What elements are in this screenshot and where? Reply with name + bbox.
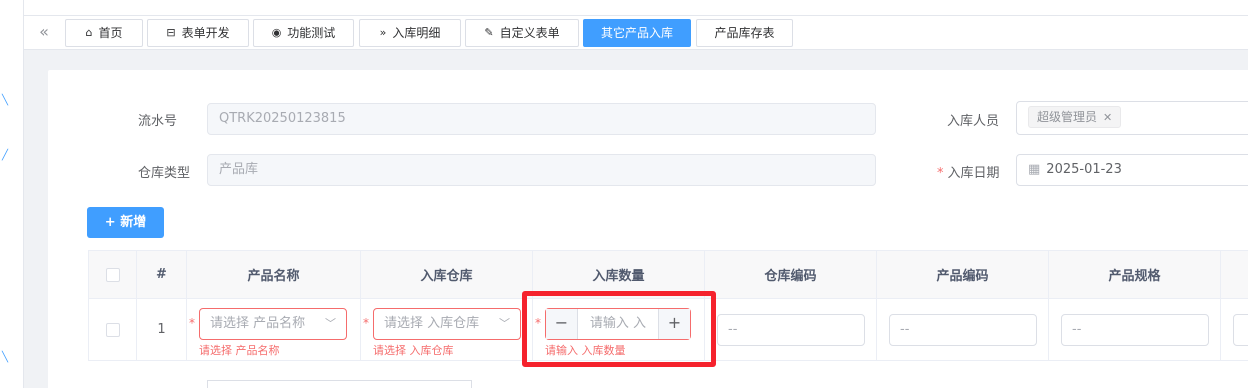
product-name-select[interactable]: 请选择 产品名称 ﹀: [199, 308, 347, 340]
chevron-down-icon: ﹀: [325, 317, 336, 330]
row-checkbox[interactable]: [105, 322, 120, 337]
tab-label: 自定义表单: [499, 26, 560, 40]
warehouse-cell: * 请选择 入库仓库 ﹀ 请选择 入库仓库: [360, 298, 533, 361]
operator-select[interactable]: 超级管理员 ✕: [1016, 101, 1248, 135]
tab-label: 其它产品入库: [600, 26, 673, 40]
tab-custom-form[interactable]: ✎ 自定义表单: [465, 19, 579, 47]
tab-form-dev[interactable]: ⊟ 表单开发: [147, 19, 249, 47]
chevron-down-icon: ﹀: [499, 317, 510, 330]
quantity-input[interactable]: 请输入 入: [578, 309, 658, 339]
double-chevron-right-icon: »: [379, 26, 387, 39]
warehouse-code-cell: --: [704, 298, 877, 361]
tab-label: 首页: [98, 26, 123, 40]
rail-mark-icon: ╲: [2, 352, 9, 363]
calendar-icon: ▦: [1028, 162, 1041, 177]
required-mark: *: [535, 316, 541, 330]
table-header-row: # 产品名称 入库仓库 入库数量 仓库编码 产品编码 产品规格: [88, 250, 1248, 299]
select-all-checkbox[interactable]: [105, 267, 120, 282]
product-code-cell: --: [876, 298, 1049, 361]
row-select-cell: [88, 298, 137, 361]
row-index: 1: [136, 298, 187, 361]
date-label-text: 入库日期: [947, 166, 1000, 181]
product-spec-cell: --: [1048, 298, 1221, 361]
column-header: 入库仓库: [360, 250, 533, 299]
select-placeholder: 请选择 入库仓库: [384, 316, 480, 331]
column-header: 产品名称: [186, 250, 361, 299]
select-placeholder: 请选择 产品名称: [210, 316, 306, 331]
add-row-button[interactable]: + 新增: [87, 207, 164, 238]
date-label: * 入库日期: [937, 162, 1000, 181]
tab-label: 表单开发: [181, 26, 230, 40]
tab-function-test[interactable]: ◉ 功能测试: [253, 19, 354, 47]
operator-label: 入库人员: [947, 114, 1000, 129]
increment-button[interactable]: +: [658, 309, 690, 339]
date-picker[interactable]: ▦ 2025-01-23: [1016, 154, 1248, 186]
decrement-button[interactable]: −: [546, 309, 578, 339]
home-icon: ⌂: [85, 26, 93, 39]
detail-table: # 产品名称 入库仓库 入库数量 仓库编码 产品编码 产品规格 1 * 请选择 …: [88, 250, 1248, 361]
collapse-tabs-icon[interactable]: «: [34, 23, 54, 43]
tab-bar: « ⌂ 首页 ⊟ 表单开发 ◉ 功能测试 » 入库明细 ✎ 自定义表单 其它产品…: [24, 16, 1248, 50]
product-spec-input[interactable]: --: [1061, 314, 1209, 346]
column-header: 入库数量: [532, 250, 705, 299]
tab-other-product-inbound[interactable]: 其它产品入库: [583, 19, 691, 47]
required-mark: *: [189, 316, 195, 330]
product-code-input[interactable]: --: [889, 314, 1037, 346]
tab-label: 功能测试: [287, 26, 336, 40]
column-header: 产品规格: [1048, 250, 1221, 299]
date-value: 2025-01-23: [1046, 162, 1122, 177]
column-header: 仓库编码: [704, 250, 877, 299]
eye-icon: ◉: [271, 26, 282, 39]
rail-mark-icon: ╲: [2, 95, 9, 106]
warehouse-error: 请选择 入库仓库: [373, 344, 454, 357]
serial-input[interactable]: QTRK20250123815: [207, 103, 876, 135]
product-name-cell: * 请选择 产品名称 ﹀ 请选择 产品名称: [186, 298, 361, 361]
column-header-overflow: [1220, 250, 1248, 299]
warehouse-type-input[interactable]: 产品库: [207, 154, 876, 186]
table-row: 1 * 请选择 产品名称 ﹀ 请选择 产品名称 * 请选择 入库仓库 ﹀ 请选择 入…: [88, 298, 1248, 361]
quantity-cell: * − 请输入 入 + 请输入 入库数量: [532, 298, 705, 361]
warehouse-type-label: 仓库类型: [138, 166, 191, 181]
required-mark: *: [937, 166, 944, 181]
tab-inbound-detail[interactable]: » 入库明细: [359, 19, 461, 47]
column-header: #: [136, 250, 187, 299]
column-header: 产品编码: [876, 250, 1049, 299]
operator-tag-text: 超级管理员: [1037, 110, 1098, 124]
overflow-input[interactable]: [1233, 314, 1248, 346]
required-mark: *: [363, 316, 369, 330]
product-name-error: 请选择 产品名称: [199, 344, 280, 357]
form-icon: ⊟: [166, 26, 176, 39]
pagination-stub: [207, 380, 472, 388]
rail-mark-icon: ╱: [2, 150, 9, 161]
top-header-strip: [24, 0, 1248, 16]
overflow-cell: [1220, 298, 1248, 361]
tab-label: 产品库存表: [714, 26, 775, 40]
edit-icon: ✎: [484, 26, 494, 39]
serial-label: 流水号: [138, 114, 178, 129]
quantity-stepper[interactable]: − 请输入 入 +: [545, 308, 691, 340]
warehouse-code-input[interactable]: --: [717, 314, 865, 346]
close-icon[interactable]: ✕: [1103, 111, 1112, 124]
quantity-error: 请输入 入库数量: [545, 344, 626, 357]
tab-home[interactable]: ⌂ 首页: [65, 19, 143, 47]
header-select-all: [88, 250, 137, 299]
left-rail: ╲ ╱ ╲: [0, 0, 24, 388]
operator-tag: 超级管理员 ✕: [1028, 106, 1122, 128]
warehouse-select[interactable]: 请选择 入库仓库 ﹀: [373, 308, 521, 340]
tab-label: 入库明细: [392, 26, 441, 40]
tab-product-inventory[interactable]: 产品库存表: [696, 19, 793, 47]
